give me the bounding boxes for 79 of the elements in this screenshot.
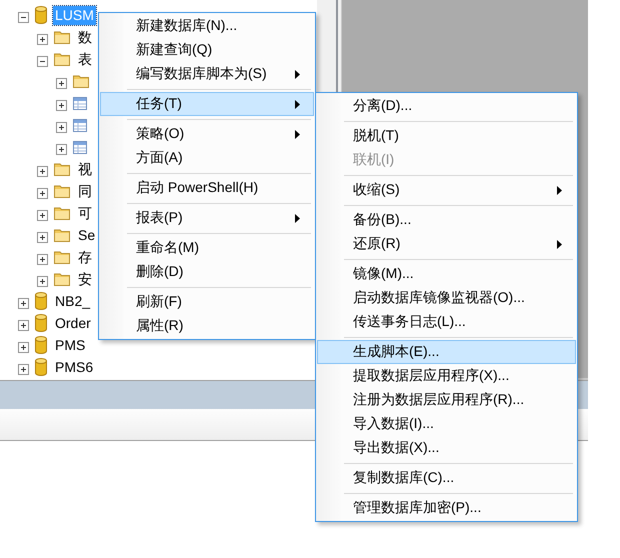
menu-item[interactable]: 分离(D)... <box>317 94 576 118</box>
folder-icon <box>54 250 70 264</box>
expand-icon[interactable] <box>37 186 48 196</box>
collapse-icon[interactable] <box>37 54 48 64</box>
menu-item[interactable]: 编写数据库脚本为(S) <box>100 62 314 86</box>
expand-icon[interactable] <box>18 318 29 328</box>
folder-icon <box>54 184 70 198</box>
folder-icon <box>54 52 70 66</box>
tree-item[interactable]: PMS6 <box>53 358 96 376</box>
menu-item[interactable]: 任务(T) <box>100 92 314 116</box>
tree-item[interactable]: PMS <box>53 336 88 354</box>
submenu-arrow-icon <box>295 130 300 138</box>
menu-item[interactable]: 还原(R) <box>317 232 576 256</box>
tree-item[interactable]: 视 <box>76 160 94 178</box>
database-icon <box>35 6 47 24</box>
expand-icon[interactable] <box>56 76 67 86</box>
expand-icon[interactable] <box>18 340 29 350</box>
expand-icon[interactable] <box>18 362 29 372</box>
database-icon <box>35 314 47 332</box>
tree-item[interactable]: 安 <box>76 270 94 288</box>
expand-icon[interactable] <box>56 142 67 152</box>
menu-item[interactable]: 新建查询(Q) <box>100 38 314 62</box>
expand-icon[interactable] <box>37 32 48 42</box>
menu-item[interactable]: 方面(A) <box>100 146 314 170</box>
tree-item[interactable]: 可 <box>76 204 94 222</box>
menu-item[interactable]: 重命名(M) <box>100 236 314 260</box>
database-icon <box>35 358 47 376</box>
menu-item[interactable]: 刷新(F) <box>100 290 314 314</box>
expand-icon[interactable] <box>37 230 48 240</box>
menu-item[interactable]: 新建数据库(N)... <box>100 14 314 38</box>
expand-icon[interactable] <box>37 164 48 174</box>
tree-item[interactable]: Se <box>76 226 98 244</box>
table-icon <box>73 140 87 154</box>
tree-item[interactable]: 数 <box>76 28 94 46</box>
submenu-arrow-icon <box>295 100 300 108</box>
tree-item[interactable]: NB2_ <box>53 292 92 310</box>
tree-item[interactable]: 同 <box>76 182 94 200</box>
expand-icon[interactable] <box>37 274 48 284</box>
expand-icon[interactable] <box>18 296 29 306</box>
menu-item[interactable]: 启动 PowerShell(H) <box>100 176 314 200</box>
folder-icon <box>54 162 70 176</box>
expand-icon[interactable] <box>56 120 67 130</box>
menu-item[interactable]: 生成脚本(E)... <box>317 340 576 364</box>
folder-icon <box>54 272 70 286</box>
menu-item[interactable]: 收缩(S) <box>317 178 576 202</box>
expand-icon[interactable] <box>56 98 67 108</box>
expand-icon[interactable] <box>37 208 48 218</box>
submenu-arrow-icon <box>557 240 562 248</box>
menu-item[interactable]: 启动数据库镜像监视器(O)... <box>317 286 576 310</box>
menu-item[interactable]: 镜像(M)... <box>317 262 576 286</box>
menu-item[interactable]: 注册为数据层应用程序(R)... <box>317 388 576 412</box>
submenu-arrow-icon <box>295 214 300 222</box>
menu-item[interactable]: 管理数据库加密(P)... <box>317 496 576 520</box>
menu-item[interactable]: 脱机(T) <box>317 124 576 148</box>
table-icon <box>73 96 87 110</box>
folder-icon <box>73 74 89 88</box>
menu-item[interactable]: 导入数据(I)... <box>317 412 576 436</box>
submenu-arrow-icon <box>295 70 300 78</box>
menu-item[interactable]: 导出数据(X)... <box>317 436 576 460</box>
collapse-icon[interactable] <box>18 10 29 20</box>
menu-item[interactable]: 删除(D) <box>100 260 314 284</box>
menu-item[interactable]: 报表(P) <box>100 206 314 230</box>
folder-icon <box>54 206 70 220</box>
submenu-arrow-icon <box>557 186 562 194</box>
folder-icon <box>54 228 70 242</box>
database-icon <box>35 336 47 354</box>
database-icon <box>35 292 47 310</box>
folder-icon <box>54 30 70 44</box>
menu-item[interactable]: 策略(O) <box>100 122 314 146</box>
table-icon <box>73 118 87 132</box>
menu-item[interactable]: 传送事务日志(L)... <box>317 310 576 334</box>
menu-item[interactable]: 备份(B)... <box>317 208 576 232</box>
menu-item[interactable]: 提取数据层应用程序(X)... <box>317 364 576 388</box>
tree-item[interactable]: 表 <box>76 50 94 68</box>
menu-item[interactable]: 复制数据库(C)... <box>317 466 576 490</box>
menu-item[interactable]: 属性(R) <box>100 314 314 338</box>
tree-item[interactable]: Order <box>53 314 93 332</box>
expand-icon[interactable] <box>37 252 48 262</box>
tree-item[interactable]: 存 <box>76 248 94 266</box>
